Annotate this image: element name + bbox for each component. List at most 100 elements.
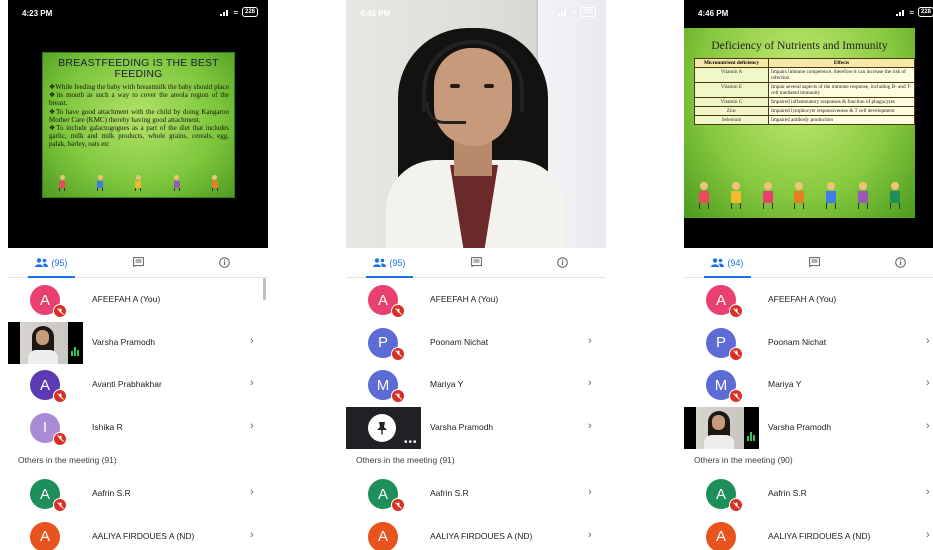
chevron-right-icon[interactable]: ›	[250, 529, 254, 541]
people-count: (94)	[727, 257, 744, 268]
people-count: (95)	[51, 257, 68, 268]
tab-info[interactable]	[519, 248, 606, 277]
tab-chat[interactable]	[433, 248, 520, 277]
participant-row[interactable]: ••• Varsha Pramodh ›	[346, 406, 606, 449]
mic-off-icon	[53, 498, 67, 512]
meet-screen-1: 4:23 PM ≈ 228 BREASTFEEDING IS THE BEST …	[8, 0, 268, 550]
participant-name: Poonam Nichat	[768, 336, 827, 347]
nutrient-table: Micronutrient deficiency Effects Vitamin …	[694, 58, 915, 125]
chat-icon	[470, 257, 482, 268]
mic-off-icon	[391, 389, 405, 403]
participant-row[interactable]: P Poonam Nichat ›	[684, 321, 933, 364]
mic-off-icon	[391, 498, 405, 512]
participant-row[interactable]: Varsha Pramodh ›	[8, 321, 268, 364]
others-label: Others in the meeting (90)	[694, 455, 793, 465]
tab-chat[interactable]	[771, 248, 858, 277]
participant-row[interactable]: A AALIYA FIRDOUES A (ND) ›	[8, 515, 268, 550]
others-header: Others in the meeting (90)	[684, 448, 933, 472]
status-time: 4:23 PM	[22, 9, 53, 18]
others-label: Others in the meeting (91)	[18, 455, 117, 465]
participant-name: Mariya Y	[430, 379, 464, 389]
slide-point: ❖To have good attachment with the child …	[49, 107, 229, 124]
participant-row[interactable]: A AFEEFAH A (You)	[8, 278, 268, 321]
slide-title: Deficiency of Nutrients and Immunity	[711, 40, 888, 52]
avatar: A	[30, 521, 60, 550]
chevron-right-icon[interactable]: ›	[926, 529, 930, 541]
chevron-right-icon[interactable]: ›	[926, 486, 930, 498]
participant-row[interactable]: A AALIYA FIRDOUES A (ND) ›	[346, 515, 606, 550]
participant-name: AFEEFAH A (You)	[430, 294, 499, 304]
children-illustration	[43, 175, 234, 193]
participant-row[interactable]: A AALIYA FIRDOUES A (ND) ›	[684, 515, 933, 550]
participant-row[interactable]: I Ishika R ›	[8, 406, 268, 449]
chevron-right-icon[interactable]: ›	[588, 420, 592, 432]
tab-people[interactable]: (95)	[8, 248, 95, 278]
table-row: Vitamin A Impairs immune competence, ther…	[694, 67, 915, 83]
mic-off-icon	[391, 346, 405, 361]
participant-name: Varsha Pramodh	[430, 421, 494, 432]
slide-point: ❖While feeding the baby with breastmilk …	[49, 83, 229, 91]
participant-row[interactable]: A Aafrin S.R ›	[346, 472, 606, 515]
participant-row[interactable]: M Mariya Y ›	[684, 363, 933, 406]
mic-off-icon	[729, 304, 743, 318]
tab-info[interactable]	[181, 248, 268, 277]
chevron-right-icon[interactable]: ›	[588, 529, 592, 541]
participant-row[interactable]: Varsha Pramodh ›	[684, 406, 933, 449]
table-row: Vitamin C Impaired inflammatory responses…	[694, 97, 915, 107]
mic-off-icon	[53, 431, 67, 446]
presentation-view[interactable]: 4:46 PM ≈ 228 Deficiency of Nutrients an…	[684, 0, 933, 248]
others-header: Others in the meeting (91)	[8, 448, 268, 472]
tab-info[interactable]	[857, 248, 933, 277]
table-row: Selenium Impaired antibody production	[694, 115, 915, 125]
more-options-icon[interactable]: •••	[404, 437, 418, 448]
people-icon	[711, 258, 725, 267]
participant-name: AFEEFAH A (You)	[768, 294, 837, 304]
participant-video-thumbnail	[684, 406, 759, 449]
participant-row[interactable]: P Poonam Nichat ›	[346, 321, 606, 364]
meet-screen-3: 4:46 PM ≈ 228 Deficiency of Nutrients an…	[684, 0, 933, 550]
participant-list: A AFEEFAH A (You) P Poonam Nichat › M Ma…	[346, 278, 606, 550]
chevron-right-icon[interactable]: ›	[588, 486, 592, 498]
tab-chat[interactable]	[95, 248, 182, 277]
chevron-right-icon[interactable]: ›	[250, 486, 254, 498]
chevron-right-icon[interactable]: ›	[588, 377, 592, 389]
chevron-right-icon[interactable]: ›	[250, 420, 254, 432]
pin-icon[interactable]	[368, 413, 396, 442]
participant-name: Aafrin S.R	[430, 488, 469, 498]
chevron-right-icon[interactable]: ›	[926, 335, 930, 347]
battery-icon: 228	[917, 7, 933, 17]
status-bar: 4:23 PM ≈ 228	[8, 0, 268, 24]
participant-row[interactable]: M Mariya Y ›	[346, 363, 606, 406]
speaker-video[interactable]: 4:45 PM ≈ 228	[346, 0, 606, 248]
participant-row[interactable]: A Aafrin S.R ›	[8, 472, 268, 515]
participant-name: AALIYA FIRDOUES A (ND)	[768, 530, 871, 541]
table-header: Effects	[768, 58, 915, 68]
chevron-right-icon[interactable]: ›	[588, 335, 592, 347]
participant-row[interactable]: A AFEEFAH A (You)	[346, 278, 606, 321]
pinned-participant-tile: •••	[346, 406, 421, 449]
slide-body: ❖While feeding the baby with breastmilk …	[43, 80, 234, 149]
wifi-icon: ≈	[571, 7, 576, 17]
participant-row[interactable]: A AFEEFAH A (You)	[684, 278, 933, 321]
info-icon	[557, 257, 568, 268]
others-header: Others in the meeting (91)	[346, 448, 606, 472]
table-row: Zinc Impaired lymphocyte responsiveness &…	[694, 106, 915, 116]
chevron-right-icon[interactable]: ›	[926, 377, 930, 389]
table-header: Micronutrient deficiency	[694, 58, 769, 68]
mic-off-icon	[729, 389, 743, 403]
signal-icon	[895, 9, 906, 16]
participant-row[interactable]: A Avanti Prabhakhar ›	[8, 363, 268, 406]
participant-row[interactable]: A Aafrin S.R ›	[684, 472, 933, 515]
participant-name: Avanti Prabhakhar	[92, 379, 162, 389]
chevron-right-icon[interactable]: ›	[250, 335, 254, 347]
chevron-right-icon[interactable]: ›	[250, 377, 254, 389]
children-illustration	[688, 182, 911, 212]
presentation-view[interactable]: 4:23 PM ≈ 228 BREASTFEEDING IS THE BEST …	[8, 0, 268, 248]
status-time: 4:46 PM	[698, 9, 729, 18]
tab-people[interactable]: (94)	[684, 248, 771, 278]
participant-name: Varsha Pramodh	[92, 336, 156, 347]
tab-people[interactable]: (95)	[346, 248, 433, 278]
slide-title: BREASTFEEDING IS THE BEST FEEDING	[58, 57, 219, 80]
wifi-icon: ≈	[909, 7, 914, 17]
chevron-right-icon[interactable]: ›	[926, 420, 930, 432]
